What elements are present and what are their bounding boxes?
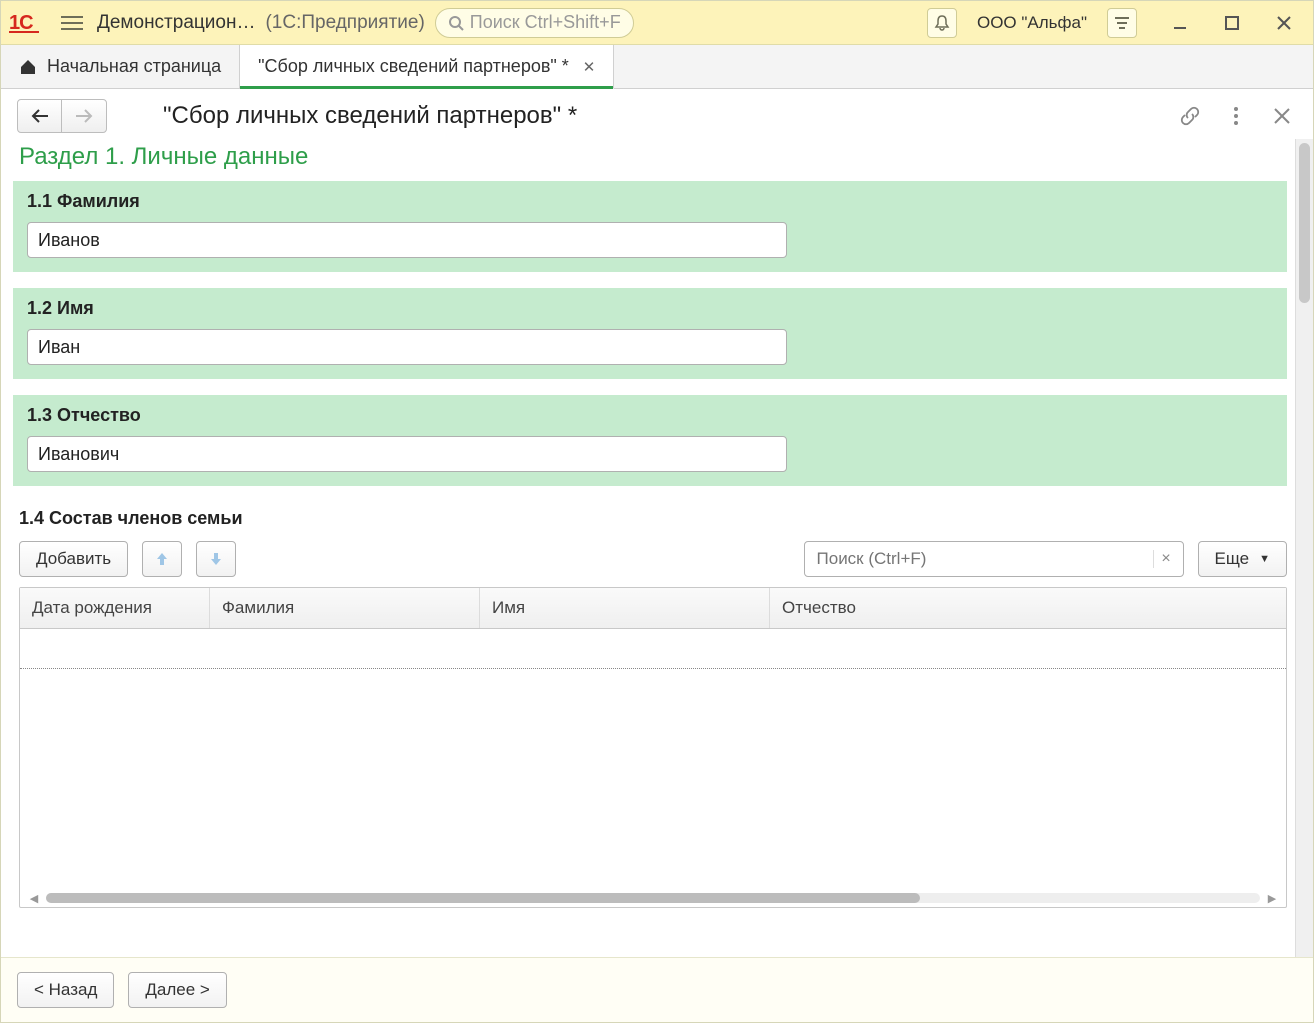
content-scroll-area: Раздел 1. Личные данные 1.1 Фамилия 1.2 … (1, 139, 1313, 957)
table-search-input[interactable] (815, 548, 1153, 570)
more-menu-button[interactable] (1221, 101, 1251, 131)
window-controls (1169, 12, 1295, 34)
field-block-surname: 1.1 Фамилия (13, 181, 1287, 272)
move-up-button[interactable] (142, 541, 182, 577)
chevron-down-icon: ▼ (1259, 553, 1270, 565)
field-label-surname: 1.1 Фамилия (27, 191, 1273, 212)
app-title: Демонстрацион… (97, 12, 255, 34)
more-actions-button[interactable]: Еще ▼ (1198, 541, 1287, 577)
app-window: 1C Демонстрацион… (1С:Предприятие) Поиск… (0, 0, 1314, 1023)
scroll-track[interactable] (46, 893, 1260, 903)
section-heading: Раздел 1. Личные данные (13, 139, 1295, 181)
tab-partner-data[interactable]: "Сбор личных сведений партнеров" * ✕ (240, 45, 614, 89)
table-search-clear-button[interactable]: × (1153, 550, 1179, 568)
logo-1c-icon: 1C (9, 13, 43, 33)
page-title: "Сбор личных сведений партнеров" * (113, 102, 1159, 130)
table-body[interactable] (20, 629, 1286, 889)
tab-close-icon[interactable]: ✕ (583, 58, 596, 76)
content: Раздел 1. Личные данные 1.1 Фамилия 1.2 … (1, 139, 1295, 957)
arrow-up-icon (155, 551, 169, 567)
search-placeholder: Поиск Ctrl+Shift+F (470, 12, 621, 33)
scroll-left-icon[interactable]: ◀ (28, 892, 40, 905)
link-icon (1180, 106, 1200, 126)
maximize-button[interactable] (1221, 12, 1243, 34)
wizard-back-button[interactable]: < Назад (17, 972, 114, 1008)
company-selector[interactable]: ООО "Альфа" (967, 8, 1097, 38)
search-icon (448, 15, 464, 31)
page-toolbar: "Сбор личных сведений партнеров" * (1, 89, 1313, 139)
global-search-input[interactable]: Поиск Ctrl+Shift+F (435, 8, 634, 38)
nav-history-buttons (17, 99, 107, 133)
tab-home[interactable]: Начальная страница (1, 45, 240, 88)
family-table: Дата рождения Фамилия Имя Отчество ◀ ▶ (19, 587, 1287, 908)
close-icon (1274, 108, 1290, 124)
move-down-button[interactable] (196, 541, 236, 577)
arrow-right-icon (75, 109, 93, 123)
home-icon (19, 58, 37, 76)
table-search-box[interactable]: × (804, 541, 1184, 577)
wizard-footer: < Назад Далее > (1, 957, 1313, 1022)
column-dob[interactable]: Дата рождения (20, 588, 210, 628)
wizard-next-button[interactable]: Далее > (128, 972, 226, 1008)
arrow-down-icon (209, 551, 223, 567)
table-horizontal-scrollbar[interactable]: ◀ ▶ (20, 889, 1286, 907)
field-block-name: 1.2 Имя (13, 288, 1287, 379)
app-subtitle: (1С:Предприятие) (265, 12, 424, 34)
name-input[interactable] (27, 329, 787, 365)
dots-vertical-icon (1234, 107, 1238, 125)
tab-partner-data-label: "Сбор личных сведений партнеров" * (258, 56, 569, 77)
tab-home-label: Начальная страница (47, 56, 221, 77)
hamburger-menu-icon[interactable] (61, 12, 83, 34)
tab-bar: Начальная страница "Сбор личных сведений… (1, 45, 1313, 89)
scroll-thumb[interactable] (46, 893, 920, 903)
nav-back-button[interactable] (18, 100, 62, 132)
surname-input[interactable] (27, 222, 787, 258)
table-row[interactable] (20, 629, 1286, 669)
settings-toggle-button[interactable] (1107, 8, 1137, 38)
field-block-patronymic: 1.3 Отчество (13, 395, 1287, 486)
nav-forward-button[interactable] (62, 100, 106, 132)
svg-text:1C: 1C (9, 13, 33, 33)
title-bar: 1C Демонстрацион… (1С:Предприятие) Поиск… (1, 1, 1313, 45)
minimize-button[interactable] (1169, 12, 1191, 34)
table-toolbar: Добавить × Еще ▼ (13, 541, 1295, 587)
bell-icon (934, 15, 950, 31)
close-window-button[interactable] (1273, 12, 1295, 34)
column-surname[interactable]: Фамилия (210, 588, 480, 628)
vertical-scroll-thumb[interactable] (1299, 143, 1310, 303)
field-label-patronymic: 1.3 Отчество (27, 405, 1273, 426)
filter-lines-icon (1114, 16, 1130, 30)
close-page-button[interactable] (1267, 101, 1297, 131)
vertical-scrollbar[interactable] (1295, 139, 1313, 957)
column-patronymic[interactable]: Отчество (770, 588, 1286, 628)
scroll-right-icon[interactable]: ▶ (1266, 892, 1278, 905)
column-name[interactable]: Имя (480, 588, 770, 628)
add-row-button[interactable]: Добавить (19, 541, 128, 577)
notifications-button[interactable] (927, 8, 957, 38)
link-button[interactable] (1175, 101, 1205, 131)
patronymic-input[interactable] (27, 436, 787, 472)
field-label-name: 1.2 Имя (27, 298, 1273, 319)
arrow-left-icon (31, 109, 49, 123)
family-composition-heading: 1.4 Состав членов семьи (13, 502, 1295, 541)
table-header: Дата рождения Фамилия Имя Отчество (20, 588, 1286, 629)
